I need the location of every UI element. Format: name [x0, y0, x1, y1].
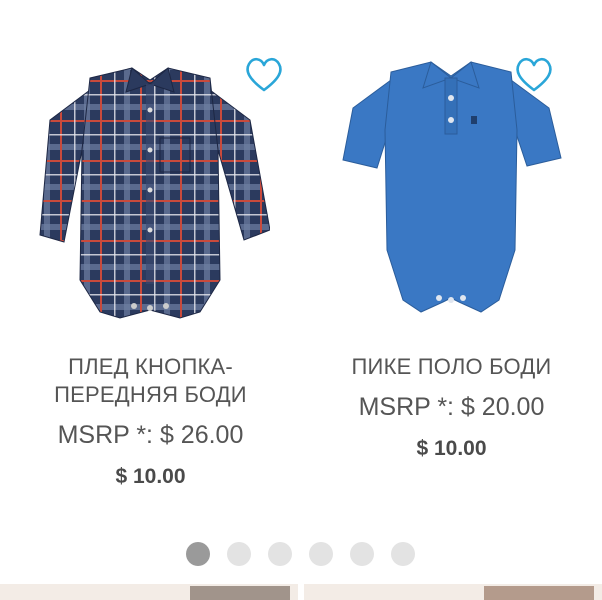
pagination-dot-2[interactable] — [227, 542, 251, 566]
product-image-plaid-bodysuit[interactable] — [30, 50, 271, 340]
sale-price: $ 10.00 — [115, 465, 186, 488]
pagination-dot-1[interactable] — [186, 542, 210, 566]
pagination-dot-4[interactable] — [309, 542, 333, 566]
pagination-dot-3[interactable] — [268, 542, 292, 566]
pagination-dot-5[interactable] — [350, 542, 374, 566]
product-name[interactable]: ПЛЕД КНОПКА- ПЕРЕДНЯЯ БОДИ — [20, 353, 281, 409]
product-card-polo-bodysuit[interactable]: ПИКЕ ПОЛО БОДИ MSRP *: $ 20.00 $ 10.00 — [301, 0, 602, 540]
pagination-dot-6[interactable] — [391, 542, 415, 566]
product-name[interactable]: ПИКЕ ПОЛО БОДИ — [321, 353, 582, 381]
thumbnail-image[interactable] — [0, 584, 298, 600]
favorite-heart-icon[interactable] — [243, 54, 285, 94]
sale-price: $ 10.00 — [416, 437, 487, 460]
thumbnail-image[interactable] — [304, 584, 602, 600]
product-card-plaid-bodysuit[interactable]: ПЛЕД КНОПКА- ПЕРЕДНЯЯ БОДИ MSRP *: $ 26.… — [0, 0, 301, 540]
msrp-price: MSRP *: $ 20.00 — [358, 393, 545, 421]
msrp-price: MSRP *: $ 26.00 — [57, 421, 244, 449]
favorite-heart-icon[interactable] — [513, 54, 555, 94]
carousel-pagination — [0, 542, 602, 566]
next-section-thumbnails — [0, 584, 602, 600]
